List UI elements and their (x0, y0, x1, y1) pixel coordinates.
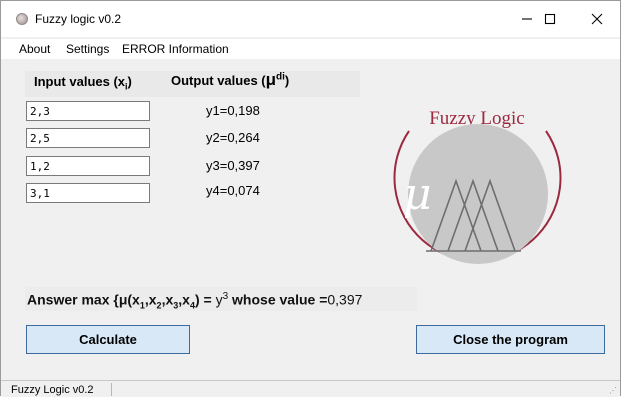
input-x2[interactable] (26, 128, 150, 148)
output-values-header: Output values (μdi) (171, 70, 290, 89)
input-values-header: Input values (xi) (34, 74, 132, 92)
output-y3: y3=0,397 (206, 158, 260, 173)
close-window-button[interactable] (574, 1, 620, 37)
close-program-button[interactable]: Close the program (416, 325, 605, 354)
menu-settings[interactable]: Settings (66, 42, 109, 56)
app-icon (16, 13, 28, 25)
output-y1: y1=0,198 (206, 103, 260, 118)
menu-error-information[interactable]: ERROR Information (122, 42, 229, 56)
answer-text: Answer max {μ(x1,x2,x3,x4) = y3 whose va… (27, 291, 363, 311)
logo-mu-symbol: μ (403, 169, 432, 220)
window-title: Fuzzy logic v0.2 (35, 12, 122, 26)
maximize-button[interactable] (527, 1, 573, 37)
answer-value: 0,397 (327, 291, 363, 308)
input-x4[interactable] (26, 183, 150, 203)
status-text: Fuzzy Logic v0.2 (11, 384, 94, 396)
fuzzy-logic-logo: Fuzzy Logic μ (393, 108, 562, 264)
close-icon (591, 13, 603, 25)
menu-about[interactable]: About (19, 42, 50, 56)
resize-grip-icon[interactable]: ⋰ (609, 387, 617, 395)
output-y4: y4=0,074 (206, 183, 260, 198)
calculate-button[interactable]: Calculate (26, 325, 190, 354)
app-window: Fuzzy logic v0.2 About Settings ERROR In… (0, 0, 621, 397)
status-separator (111, 383, 112, 396)
maximize-icon (544, 13, 556, 25)
title-bar[interactable]: Fuzzy logic v0.2 (1, 1, 620, 37)
input-x1[interactable] (26, 101, 150, 121)
input-x3[interactable] (26, 156, 150, 176)
output-y2: y2=0,264 (206, 130, 260, 145)
menu-bar: About Settings ERROR Information (1, 39, 620, 59)
status-bar: Fuzzy Logic v0.2 ⋰ (1, 380, 620, 397)
